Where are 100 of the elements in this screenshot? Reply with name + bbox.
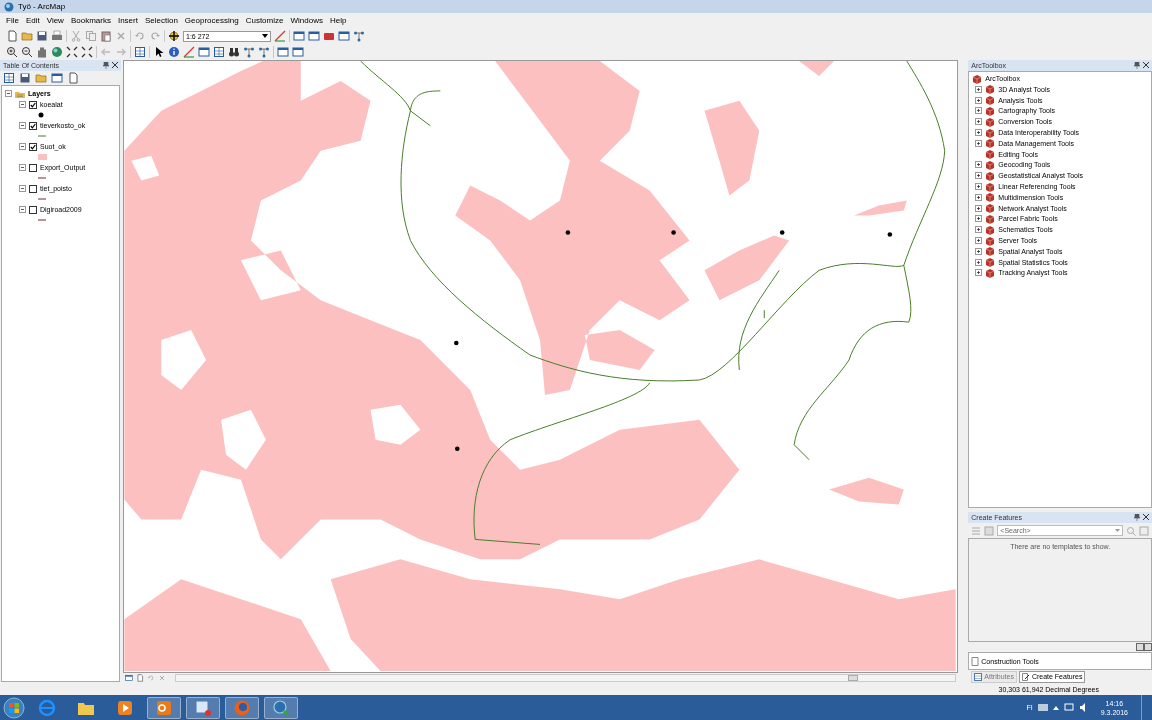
- expand-icon[interactable]: [975, 139, 983, 147]
- mail-app-icon[interactable]: [155, 698, 173, 717]
- close-icon[interactable]: [1143, 62, 1149, 68]
- collapse-icon[interactable]: [19, 185, 26, 192]
- menu-item[interactable]: Customize: [245, 16, 284, 25]
- pin-icon[interactable]: [1134, 62, 1140, 69]
- layer-checkbox[interactable]: [29, 100, 37, 109]
- collapse-icon[interactable]: [19, 164, 26, 171]
- layer-checkbox[interactable]: [29, 163, 37, 172]
- expand-icon[interactable]: [975, 193, 983, 201]
- remote-app-icon[interactable]: [194, 698, 212, 717]
- expand-icon[interactable]: [975, 85, 983, 93]
- toolbox-icon: [985, 257, 996, 268]
- collapse-icon[interactable]: [19, 143, 26, 150]
- toolbox-icon[interactable]: [323, 30, 335, 42]
- window-icon[interactable]: [293, 30, 305, 42]
- magnifier-globe-icon[interactable]: [272, 698, 290, 717]
- horizontal-scrollbar[interactable]: [174, 674, 957, 682]
- menu-item[interactable]: Insert: [117, 16, 138, 25]
- find-icon[interactable]: [228, 46, 240, 58]
- toolbox-icon: [985, 246, 996, 257]
- point-symbol: [38, 112, 44, 118]
- collapse-icon[interactable]: [19, 101, 26, 108]
- media-player-icon[interactable]: [116, 698, 134, 717]
- toolbox-icon: [985, 192, 996, 203]
- list-by-source-icon[interactable]: [19, 72, 31, 84]
- toolbox-icon: [985, 106, 996, 116]
- layers-icon: [15, 89, 25, 98]
- menu-item[interactable]: Bookmarks: [70, 16, 111, 25]
- toolbox-icon: [972, 73, 983, 84]
- identify-icon[interactable]: [168, 46, 180, 58]
- fixed-zoom-in-icon[interactable]: [66, 46, 78, 58]
- expand-icon[interactable]: [975, 107, 983, 115]
- menu-item[interactable]: Windows: [290, 16, 323, 25]
- print-icon[interactable]: [51, 30, 63, 42]
- expand-icon[interactable]: [975, 161, 983, 169]
- expand-icon[interactable]: [975, 237, 983, 245]
- menu-item[interactable]: View: [46, 16, 64, 25]
- pane-toggle-icon[interactable]: [1136, 643, 1152, 651]
- polygon-symbol: [38, 154, 47, 160]
- toolbox-icon: [985, 159, 996, 170]
- paste-icon[interactable]: [100, 30, 112, 42]
- expand-icon[interactable]: [975, 269, 983, 277]
- layer-checkbox[interactable]: [29, 121, 37, 130]
- show-hidden-icons-icon[interactable]: [1052, 705, 1059, 710]
- add-data-icon[interactable]: [168, 30, 180, 42]
- pin-icon[interactable]: [1134, 514, 1140, 521]
- full-extent-icon[interactable]: [51, 46, 63, 58]
- start-button-icon[interactable]: [3, 696, 25, 719]
- keyboard-icon[interactable]: [1037, 703, 1048, 712]
- collapse-icon[interactable]: [19, 206, 26, 213]
- expand-icon[interactable]: [975, 183, 983, 191]
- edit-tool-icon[interactable]: [274, 30, 286, 42]
- line-symbol: [38, 135, 46, 137]
- pin-icon[interactable]: [102, 62, 109, 69]
- network-icon[interactable]: [1063, 703, 1074, 712]
- layer-checkbox[interactable]: [29, 184, 37, 193]
- expand-icon[interactable]: [975, 247, 983, 255]
- expand-icon[interactable]: [975, 96, 983, 104]
- expand-icon[interactable]: [975, 226, 983, 234]
- collapse-icon[interactable]: [19, 122, 26, 129]
- close-icon[interactable]: [1143, 514, 1149, 520]
- model-graph-icon[interactable]: [353, 30, 365, 42]
- toolbox-icon: [985, 203, 996, 214]
- expand-icon[interactable]: [975, 172, 983, 180]
- layer-checkbox[interactable]: [29, 142, 37, 151]
- layer-checkbox[interactable]: [29, 205, 37, 214]
- new-document-icon[interactable]: [6, 30, 18, 42]
- expand-icon[interactable]: [975, 129, 983, 137]
- zoom-out-icon[interactable]: [21, 46, 33, 58]
- speaker-icon[interactable]: [1078, 703, 1088, 712]
- fixed-zoom-out-icon[interactable]: [81, 46, 93, 58]
- menu-item[interactable]: Help: [329, 16, 347, 25]
- data-view-icon[interactable]: [124, 674, 133, 682]
- menu-item[interactable]: Geoprocessing: [184, 16, 239, 25]
- menu-item[interactable]: File: [6, 16, 19, 25]
- collapse-icon[interactable]: [5, 90, 12, 97]
- expand-icon[interactable]: [975, 204, 983, 212]
- menu-item[interactable]: Selection: [144, 16, 178, 25]
- select-features-icon[interactable]: [134, 46, 146, 58]
- menu-item[interactable]: Edit: [25, 16, 40, 25]
- toolbox-icon: [985, 224, 996, 235]
- save-icon[interactable]: [36, 30, 48, 42]
- measure-icon[interactable]: [213, 46, 225, 58]
- app-globe-icon: [4, 1, 14, 12]
- expand-icon[interactable]: [975, 118, 983, 126]
- select-elements-icon[interactable]: [153, 46, 165, 58]
- list-by-selection-icon[interactable]: [51, 72, 63, 84]
- table-icon: [974, 672, 983, 681]
- list-by-drawing-order-icon[interactable]: [3, 72, 15, 84]
- expand-icon[interactable]: [975, 215, 983, 223]
- caret-icon: [1115, 529, 1120, 532]
- toolbox-icon: [985, 127, 996, 138]
- expand-icon[interactable]: [975, 258, 983, 266]
- zoom-in-icon[interactable]: [6, 46, 18, 58]
- toolbox-icon: [985, 95, 996, 106]
- toolbox-icon: [985, 138, 996, 149]
- close-icon[interactable]: [111, 62, 118, 68]
- toolbox-icon: [985, 149, 996, 160]
- toolbox-icon: [985, 170, 996, 181]
